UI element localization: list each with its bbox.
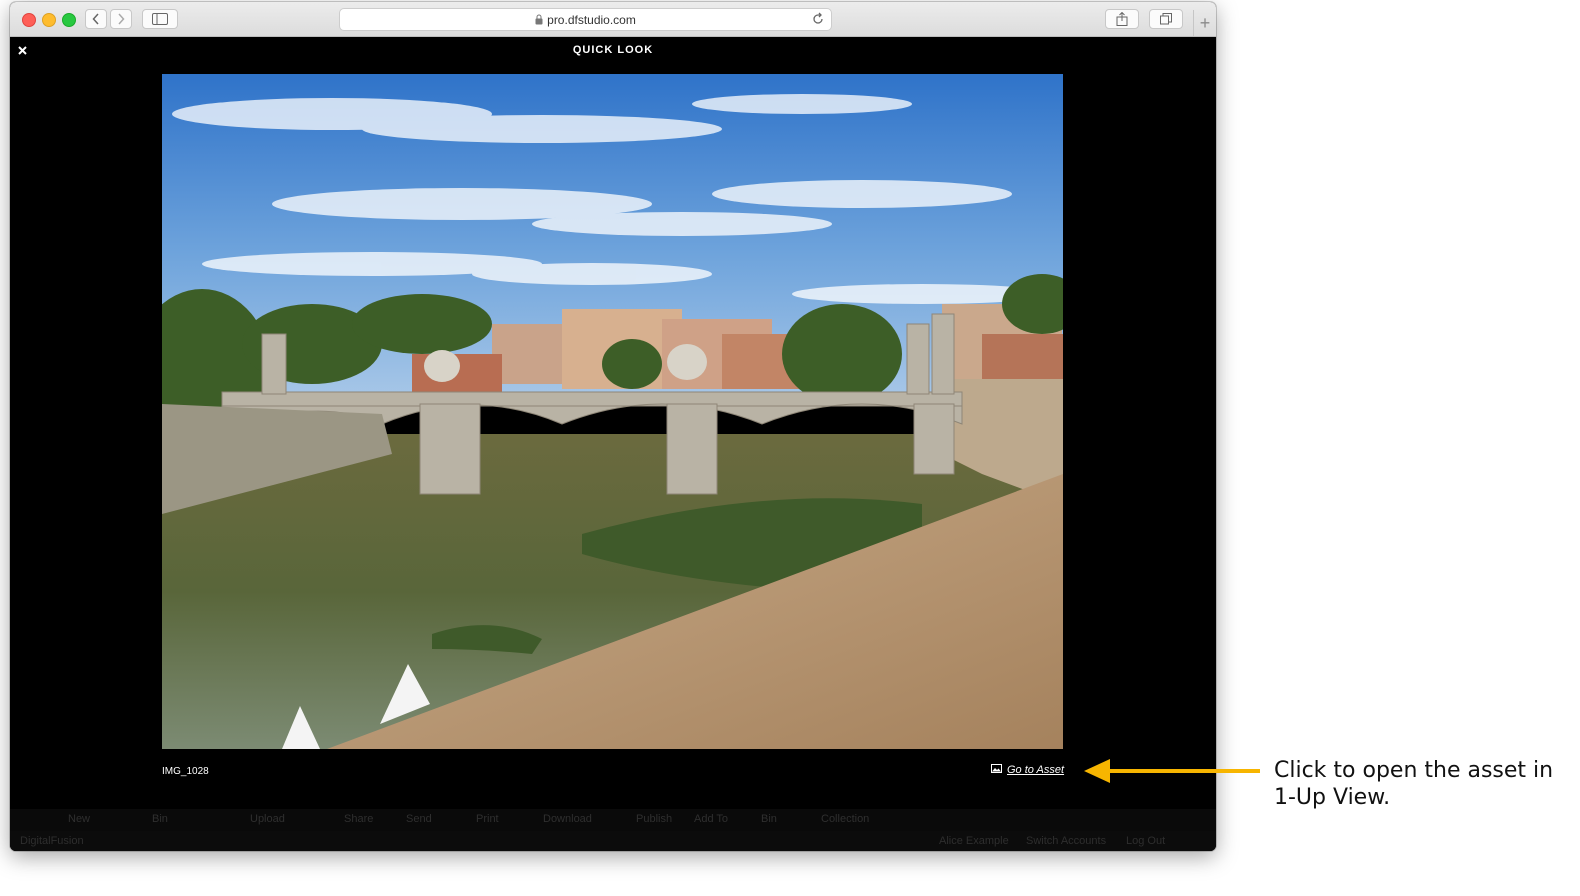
bg-bin-2: Bin (761, 813, 777, 825)
forward-button[interactable] (110, 9, 132, 29)
share-icon (1116, 12, 1128, 26)
bg-upload: Upload (250, 813, 285, 825)
image-icon (991, 764, 1002, 776)
chevron-right-icon (118, 13, 125, 25)
close-window-button[interactable] (22, 13, 36, 27)
lock-icon (535, 14, 543, 25)
quicklook-title: QUICK LOOK (572, 44, 654, 56)
browser-toolbar: pro.dfstudio.com + (10, 2, 1216, 37)
go-to-asset-link[interactable]: Go to Asset (991, 764, 1064, 776)
background-toolbar: New Bin Upload Share Send Print Download… (10, 809, 1216, 831)
tabs-overview-button[interactable] (1149, 9, 1183, 29)
quick-look-modal: QUICK LOOK IMG_1028 Go to Asset (10, 37, 1216, 809)
share-button[interactable] (1105, 9, 1139, 29)
plus-icon: + (1199, 12, 1211, 33)
address-bar[interactable]: pro.dfstudio.com (339, 8, 832, 31)
go-to-asset-label: Go to Asset (1007, 764, 1065, 776)
chevron-left-icon (92, 13, 99, 25)
bg-log-out: Log Out (1126, 835, 1166, 847)
asset-filename: IMG_1028 (162, 766, 209, 777)
bg-print: Print (476, 813, 499, 825)
browser-window: pro.dfstudio.com + New Bin Upload Share … (10, 2, 1216, 851)
tabs-icon (1160, 13, 1172, 25)
bg-new: New (68, 813, 91, 825)
bg-bin: Bin (152, 813, 168, 825)
bg-send: Send (406, 813, 432, 825)
annotation-arrow (1084, 759, 1260, 783)
background-footer: DigitalFusion Alice Example Switch Accou… (10, 831, 1216, 851)
bg-publish: Publish (636, 813, 673, 825)
bg-add-to: Add To (694, 813, 729, 825)
preview-photo (162, 74, 1063, 749)
minimize-window-button[interactable] (42, 13, 56, 27)
sidebar-icon (152, 13, 168, 25)
bg-download: Download (543, 813, 592, 825)
bg-switch-accounts: Switch Accounts (1026, 835, 1107, 847)
bg-user: Alice Example (939, 835, 1009, 847)
bg-brand: DigitalFusion (20, 835, 84, 847)
back-button[interactable] (85, 9, 107, 29)
new-tab-button[interactable]: + (1193, 10, 1216, 36)
url-text: pro.dfstudio.com (547, 12, 636, 27)
zoom-window-button[interactable] (62, 13, 76, 27)
reload-icon[interactable] (811, 12, 825, 26)
bg-collection: Collection (821, 813, 870, 825)
sidebar-button[interactable] (142, 9, 178, 29)
annotation-callout: Click to open the asset in 1-Up View. (1274, 758, 1554, 810)
bg-share: Share (344, 813, 374, 825)
